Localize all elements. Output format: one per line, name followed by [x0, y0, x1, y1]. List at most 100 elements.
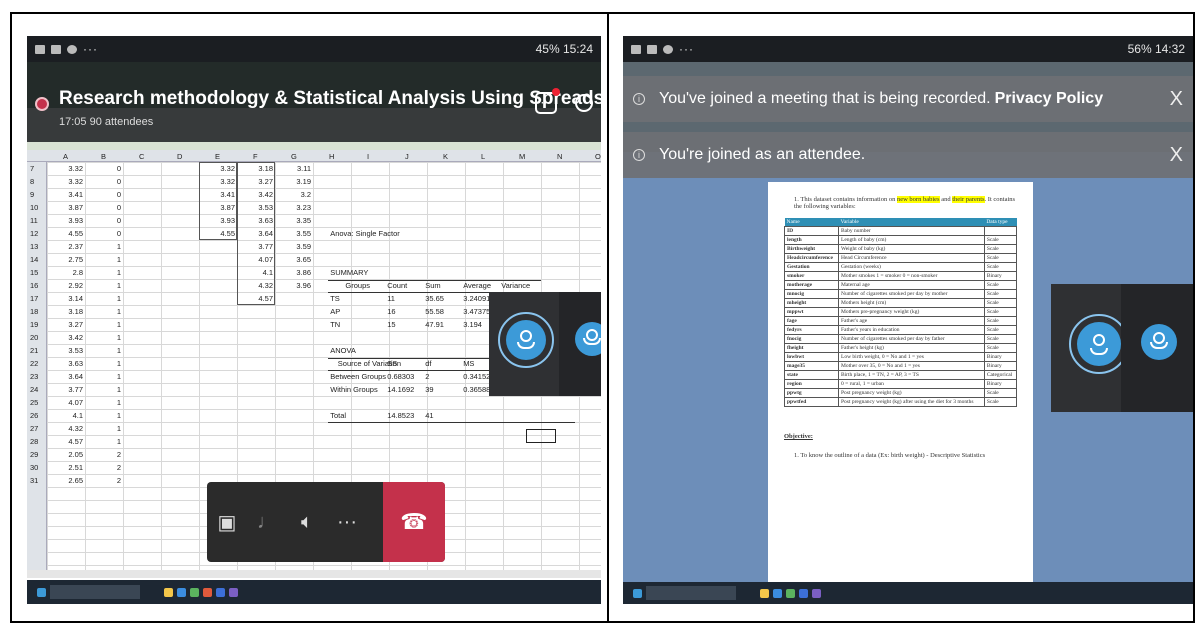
cell[interactable]: 4.1: [49, 411, 83, 420]
cell[interactable]: 3.32: [49, 164, 83, 173]
attendee-avatar-icon[interactable]: [506, 320, 546, 360]
summary-cell[interactable]: 35.65: [425, 294, 444, 303]
anova-title[interactable]: Anova: Single Factor: [330, 229, 400, 238]
video-off-icon[interactable]: ▣: [207, 510, 247, 535]
explorer-icon[interactable]: [164, 587, 173, 597]
cell[interactable]: 1: [87, 411, 121, 420]
summary-cell[interactable]: AP: [330, 307, 340, 316]
row-header[interactable]: 22: [30, 359, 38, 368]
anova-cell[interactable]: 39: [425, 385, 433, 394]
teams-icon[interactable]: [812, 588, 821, 598]
anova-cell[interactable]: 14.1692: [387, 385, 414, 394]
cell[interactable]: 3.65: [277, 255, 311, 264]
start-icon[interactable]: [37, 587, 46, 597]
summary-cell[interactable]: 3.194: [463, 320, 482, 329]
cell[interactable]: 4.32: [49, 424, 83, 433]
column-header[interactable]: J: [405, 152, 409, 161]
cell[interactable]: 3.96: [277, 281, 311, 290]
attendee-avatar-icon[interactable]: [1141, 324, 1177, 360]
cell[interactable]: 3.18: [49, 307, 83, 316]
summary-cell[interactable]: 55.58: [425, 307, 444, 316]
row-header[interactable]: 28: [30, 437, 38, 446]
row-header[interactable]: 27: [30, 424, 38, 433]
summary-cell[interactable]: 47.91: [425, 320, 444, 329]
start-icon[interactable]: [633, 588, 642, 598]
close-icon[interactable]: X: [1170, 88, 1183, 111]
anova-header[interactable]: SS: [387, 359, 397, 368]
summary-cell[interactable]: 16: [387, 307, 395, 316]
cell[interactable]: 3.35: [277, 216, 311, 225]
summary-cell[interactable]: 3.47375: [463, 307, 490, 316]
column-header[interactable]: E: [215, 152, 220, 161]
cell[interactable]: 3.41: [49, 190, 83, 199]
cell[interactable]: 2.65: [49, 476, 83, 485]
close-icon[interactable]: X: [1170, 144, 1183, 167]
cell[interactable]: 3.59: [277, 242, 311, 251]
cell[interactable]: 3.53: [49, 346, 83, 355]
cell[interactable]: 3.11: [277, 164, 311, 173]
chat-icon[interactable]: ⋯: [535, 88, 560, 114]
summary-label[interactable]: SUMMARY: [330, 268, 368, 277]
cell[interactable]: 1: [87, 268, 121, 277]
cell[interactable]: 3.19: [277, 177, 311, 186]
row-header[interactable]: 20: [30, 333, 38, 342]
column-header[interactable]: O: [595, 152, 601, 161]
summary-header[interactable]: Count: [387, 281, 407, 290]
anova-cell[interactable]: Within Groups: [330, 385, 378, 394]
cell[interactable]: 3.2: [277, 190, 311, 199]
cell[interactable]: 0: [87, 229, 121, 238]
participants-icon[interactable]: [575, 94, 593, 112]
cell[interactable]: 3.64: [49, 372, 83, 381]
row-header[interactable]: 21: [30, 346, 38, 355]
summary-header[interactable]: Average: [463, 281, 491, 290]
cell[interactable]: 2.05: [49, 450, 83, 459]
column-header[interactable]: F: [253, 152, 258, 161]
column-header[interactable]: B: [101, 152, 106, 161]
cell[interactable]: 2: [87, 463, 121, 472]
anova-cell[interactable]: 2: [425, 372, 429, 381]
row-header[interactable]: 7: [30, 164, 34, 173]
row-header[interactable]: 18: [30, 307, 38, 316]
cell[interactable]: 3.87: [49, 203, 83, 212]
column-header[interactable]: L: [481, 152, 485, 161]
column-header[interactable]: K: [443, 152, 448, 161]
cell[interactable]: 3.32: [49, 177, 83, 186]
summary-cell[interactable]: 3.24091: [463, 294, 490, 303]
cell[interactable]: 1: [87, 320, 121, 329]
column-header[interactable]: H: [329, 152, 334, 161]
hang-up-icon[interactable]: ☎: [383, 482, 445, 562]
excel-icon[interactable]: [190, 587, 199, 597]
word-icon[interactable]: [799, 588, 808, 598]
cell[interactable]: 3.42: [49, 333, 83, 342]
edge-icon[interactable]: [773, 588, 782, 598]
cell[interactable]: 4.55: [49, 229, 83, 238]
row-header[interactable]: 19: [30, 320, 38, 329]
row-header[interactable]: 26: [30, 411, 38, 420]
privacy-policy-link[interactable]: Privacy Policy: [995, 90, 1104, 108]
app-icon[interactable]: [203, 587, 212, 597]
taskbar-search[interactable]: [50, 585, 140, 599]
cell[interactable]: 1: [87, 242, 121, 251]
cell[interactable]: 3.55: [277, 229, 311, 238]
cell[interactable]: 0: [87, 190, 121, 199]
summary-header[interactable]: Groups: [345, 281, 370, 290]
cell[interactable]: 3.86: [277, 268, 311, 277]
cell[interactable]: 2: [87, 476, 121, 485]
cell[interactable]: 0: [87, 164, 121, 173]
cell[interactable]: 1: [87, 372, 121, 381]
cell[interactable]: 1: [87, 424, 121, 433]
cell[interactable]: 0: [87, 203, 121, 212]
anova-total[interactable]: Total: [330, 411, 346, 420]
row-header[interactable]: 29: [30, 450, 38, 459]
row-header[interactable]: 15: [30, 268, 38, 277]
summary-cell[interactable]: 11: [387, 294, 395, 303]
cell[interactable]: 2.8: [49, 268, 83, 277]
anova-header[interactable]: MS: [463, 359, 474, 368]
cell[interactable]: 3.27: [49, 320, 83, 329]
cell[interactable]: 1: [87, 307, 121, 316]
row-header[interactable]: 30: [30, 463, 38, 472]
anova-header[interactable]: df: [425, 359, 431, 368]
cell[interactable]: 3.14: [49, 294, 83, 303]
edge-icon[interactable]: [177, 587, 186, 597]
cell[interactable]: 1: [87, 294, 121, 303]
